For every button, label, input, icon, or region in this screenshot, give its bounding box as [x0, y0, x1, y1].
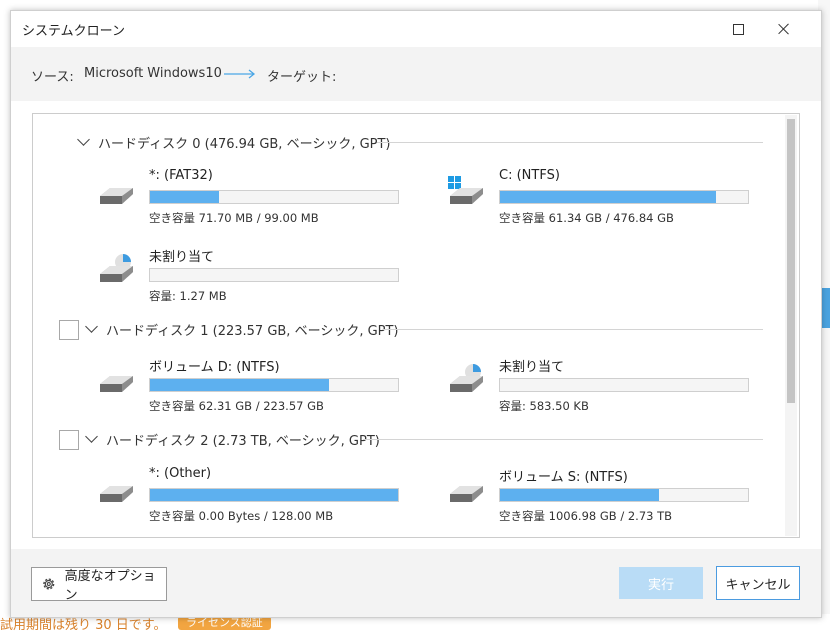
drive-icon — [450, 486, 483, 502]
partition-info: 容量: 583.50 KB — [499, 399, 589, 413]
partition-info: 空き容量 61.34 GB / 476.84 GB — [499, 211, 674, 225]
vertical-scrollbar[interactable] — [785, 115, 797, 536]
unallocated-drive-icon — [450, 364, 483, 392]
scrollbar-thumb[interactable] — [787, 119, 795, 403]
usage-bar — [499, 190, 749, 204]
arrow-right-icon — [224, 69, 256, 79]
divider — [383, 329, 763, 330]
chevron-down-icon — [85, 320, 98, 333]
disk-1-header[interactable]: ハードディスク 1 (223.57 GB, ベーシック, GPT) — [85, 319, 399, 339]
usage-fill — [150, 191, 220, 203]
disk-2-checkbox[interactable] — [59, 430, 79, 450]
partition-info: 空き容量 1006.98 GB / 2.73 TB — [499, 509, 673, 523]
partition-disk2-other[interactable]: *: (Other) 空き容量 0.00 Bytes / 128.00 MB — [97, 466, 399, 526]
advanced-options-label: 高度なオプション — [64, 569, 156, 603]
usage-bar — [149, 190, 399, 204]
license-activation-button[interactable]: ライセンス認証 — [178, 616, 271, 630]
partition-disk0-unallocated[interactable]: 未割り当て 容量: 1.27 MB — [97, 246, 399, 306]
partition-disk2-s[interactable]: ボリューム S: (NTFS) 空き容量 1006.98 GB / 2.73 T… — [447, 466, 749, 526]
partition-disk1-d[interactable]: ボリューム D: (NTFS) 空き容量 62.31 GB / 223.57 G… — [97, 356, 399, 416]
windows-drive-icon — [448, 176, 483, 204]
usage-fill — [150, 489, 398, 501]
partition-name: 未割り当て — [499, 360, 565, 375]
disk-1-checkbox[interactable] — [59, 320, 79, 340]
divider — [377, 142, 763, 143]
advanced-options-button[interactable]: 高度なオプション — [31, 567, 167, 603]
partition-name: C: (NTFS) — [499, 168, 560, 183]
drive-icon — [100, 486, 133, 502]
partition-info: 空き容量 62.31 GB / 223.57 GB — [149, 399, 324, 413]
maximize-icon — [732, 23, 744, 35]
cancel-button[interactable]: キャンセル — [716, 566, 800, 600]
partition-name: *: (Other) — [149, 466, 212, 481]
dialog-footer: 高度なオプション 実行 キャンセル — [11, 549, 821, 617]
usage-fill — [500, 489, 659, 501]
partition-disk0-fat32[interactable]: *: (FAT32) 空き容量 71.70 MB / 99.00 MB — [97, 168, 399, 228]
chevron-down-icon — [85, 430, 98, 443]
source-value: Microsoft Windows10 — [84, 66, 222, 81]
gear-icon — [43, 578, 55, 590]
usage-bar — [149, 378, 399, 392]
title-bar: システムクローン — [11, 11, 821, 47]
partition-info: 容量: 1.27 MB — [149, 289, 227, 303]
execute-button[interactable]: 実行 — [619, 567, 703, 599]
partition-disk1-unallocated[interactable]: 未割り当て 容量: 583.50 KB — [447, 356, 749, 416]
dialog-title: システムクローン — [22, 24, 125, 39]
system-clone-dialog: システムクローン ソース: Microsoft Windows10 ターゲット:… — [10, 10, 822, 618]
partition-info: 空き容量 0.00 Bytes / 128.00 MB — [149, 509, 334, 523]
drive-icon — [100, 376, 133, 392]
target-label: ターゲット: — [267, 70, 337, 85]
usage-fill — [500, 191, 716, 203]
partition-name: ボリューム D: (NTFS) — [149, 360, 280, 375]
unallocated-drive-icon — [100, 254, 133, 282]
maximize-button[interactable] — [715, 11, 761, 47]
usage-bar — [149, 488, 399, 502]
usage-fill — [150, 379, 329, 391]
drive-icon — [100, 188, 133, 204]
disk-2-label: ハードディスク 2 (2.73 TB, ベーシック, GPT) — [106, 433, 380, 449]
close-icon — [778, 23, 790, 35]
partition-disk0-c[interactable]: C: (NTFS) 空き容量 61.34 GB / 476.84 GB — [447, 168, 749, 228]
divider — [363, 439, 763, 440]
chevron-down-icon — [77, 133, 90, 146]
partition-info: 空き容量 71.70 MB / 99.00 MB — [149, 211, 319, 225]
usage-bar — [499, 378, 749, 392]
disk-1-label: ハードディスク 1 (223.57 GB, ベーシック, GPT) — [106, 323, 399, 339]
usage-bar — [149, 268, 399, 282]
partition-name: 未割り当て — [149, 250, 215, 265]
partition-name: ボリューム S: (NTFS) — [499, 470, 628, 485]
partition-name: *: (FAT32) — [149, 168, 213, 183]
disk-0-label: ハードディスク 0 (476.94 GB, ベーシック, GPT) — [98, 136, 391, 152]
disk-list-panel: ハードディスク 0 (476.94 GB, ベーシック, GPT) *: (FA… — [32, 113, 800, 538]
disk-2-header[interactable]: ハードディスク 2 (2.73 TB, ベーシック, GPT) — [85, 429, 380, 449]
usage-bar — [499, 488, 749, 502]
close-button[interactable] — [761, 11, 807, 47]
disk-0-header[interactable]: ハードディスク 0 (476.94 GB, ベーシック, GPT) — [77, 132, 391, 152]
source-label: ソース: — [31, 70, 74, 85]
source-target-bar: ソース: Microsoft Windows10 ターゲット: — [11, 47, 821, 101]
